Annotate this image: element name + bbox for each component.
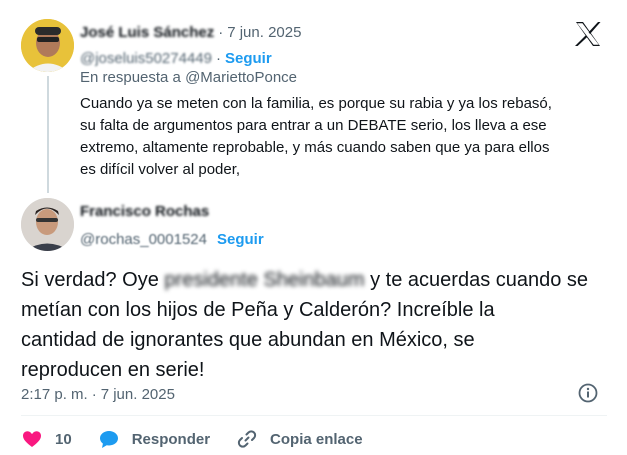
separator-dot: · [216,49,221,67]
reply-prefix: En respuesta a [80,69,186,86]
embedded-tweet-card: José Luis Sánchez · 7 jun. 2025 @joselui… [0,0,627,455]
parent-text-line: es difícil volver al poder, [80,161,241,178]
reply-avatar[interactable] [21,198,74,251]
reply-timestamp[interactable]: 2:17 p. m. · 7 jun. 2025 [21,383,175,405]
parent-tweet-text: Cuando ya se meten con la familia, es po… [80,93,610,181]
reply-context: En respuesta a @MariettoPonce [80,69,297,86]
separator-dot: · [91,385,97,403]
reply-text-end: y te acuerdas cuando se [364,269,589,291]
reply-time: 2:17 p. m. [21,385,88,403]
divider [21,415,607,416]
heart-icon [21,428,43,450]
reply-text-line: metían con los hijos de Peña y Calderón?… [21,299,495,321]
copy-link-button[interactable]: Copia enlace [236,428,363,450]
parent-handle[interactable]: @joseluis50274449 [80,50,212,67]
reply-button[interactable]: Responder [98,428,210,450]
reply-text-line: cantidad de ignorantes que abundan en Mé… [21,329,475,351]
reply-handle[interactable]: @rochas_0001524 [80,231,207,248]
redacted-text: presidente Sheinbaum [164,269,365,291]
reply-date: 7 jun. 2025 [100,385,175,403]
parent-author-name[interactable]: José Luis Sánchez [80,24,214,41]
reply-header: Francisco Rochas [80,203,209,225]
parent-date[interactable]: 7 jun. 2025 [227,24,301,41]
thread-connector [47,76,49,193]
parent-header: José Luis Sánchez · 7 jun. 2025 [80,21,301,43]
parent-text-line: su falta de argumentos para entrar a un … [80,117,547,134]
x-logo-icon[interactable] [574,21,602,47]
parent-text-line: Cuando ya se meten con la familia, es po… [80,95,552,112]
parent-handle-row: @joseluis50274449 · Seguir [80,47,272,69]
parent-avatar[interactable] [21,19,74,72]
reply-follow-button[interactable]: Seguir [217,231,264,248]
reply-author-name[interactable]: Francisco Rochas [80,203,209,220]
separator-dot: · [218,23,224,41]
link-icon [236,428,258,450]
reply-handle-row: @rochas_0001524 Seguir [80,228,264,250]
reply-tweet-text: Si verdad? Oye presidente Sheinbaum y te… [21,265,611,385]
reply-bubble-icon [98,428,120,450]
reply-text-line: reproducen en serie! [21,359,205,381]
action-bar: 10 Responder Copia enlace [21,428,389,450]
like-button[interactable]: 10 [21,428,72,450]
reply-mention-link[interactable]: @MariettoPonce [185,69,297,86]
reply-text-line: Si verdad? Oye presidente Sheinbaum y te… [21,265,611,295]
info-icon[interactable] [577,382,599,404]
like-count: 10 [55,430,72,448]
copy-link-label: Copia enlace [270,430,363,448]
parent-text-line: extremo, altamente reprobable, y más cua… [80,139,550,156]
parent-follow-button[interactable]: Seguir [225,50,272,67]
reply-label: Responder [131,430,211,448]
reply-text-start: Si verdad? Oye [21,269,165,291]
